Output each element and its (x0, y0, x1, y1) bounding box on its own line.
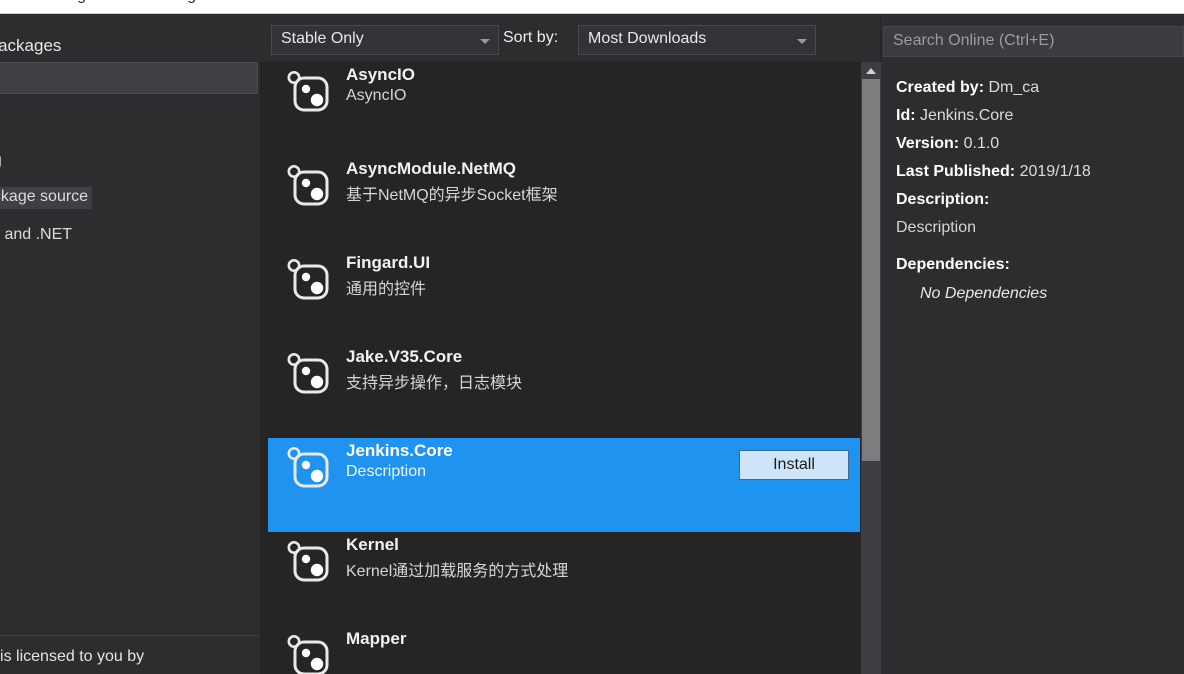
sort-by-dropdown[interactable]: Most Downloads (578, 25, 816, 55)
sort-by-label: Sort by: (503, 29, 559, 46)
package-title: AsyncModule.NetMQ (346, 159, 517, 178)
description-label-row: Description: (896, 186, 1184, 214)
package-description: AsyncIO (346, 87, 407, 104)
package-title: Kernel (346, 535, 399, 554)
nuget-package-icon (283, 256, 333, 304)
last-published-value: 2019/1/18 (1019, 163, 1091, 180)
prerelease-filter-value: Stable Only (281, 30, 364, 47)
version-row: Version: 0.1.0 (896, 130, 1184, 158)
description-value: Description (896, 219, 977, 236)
online-search-placeholder: Search Online (Ctrl+E) (893, 32, 1055, 49)
nuget-package-icon (283, 68, 333, 116)
package-description: Kernel通过加载服务的方式处理 (346, 563, 569, 580)
id-value: Jenkins.Core (920, 107, 1014, 124)
package-source-tree: get.org e Package source crosoft and .NE… (0, 142, 260, 328)
package-title: Jake.V35.Core (346, 347, 463, 366)
package-list-item[interactable]: Jenkins.Core Description Install (268, 438, 860, 532)
created-by-value: Dm_ca (988, 79, 1040, 96)
dependencies-label: Dependencies: (896, 256, 1010, 273)
package-title: Jenkins.Core (346, 441, 453, 460)
package-title: Fingard.UI (346, 253, 431, 272)
nuget-package-icon (283, 538, 333, 586)
package-metadata: Created by: Dm_ca Id: Jenkins.Core Versi… (896, 74, 1184, 309)
details-spacer (896, 242, 1184, 251)
sort-by-value: Most Downloads (588, 30, 707, 47)
chevron-down-icon (480, 39, 490, 44)
nuget-package-manager-window: Manage NuGet Packages alled packages ine… (0, 0, 1184, 674)
package-list-item[interactable]: Fingard.UI 通用的控件 (268, 250, 860, 344)
package-title: Mapper (346, 629, 407, 648)
tree-item-label: e Package source (0, 187, 93, 209)
left-panel-divider (0, 635, 260, 636)
id-label: Id: (896, 107, 916, 124)
window-chrome-sliver: Manage NuGet Packages (0, 0, 1184, 13)
package-list-item[interactable]: AsyncModule.NetMQ 基于NetMQ的异步Socket框架 (268, 156, 860, 250)
chevron-up-icon (866, 68, 876, 74)
id-row: Id: Jenkins.Core (896, 102, 1184, 130)
version-value: 0.1.0 (963, 135, 1000, 152)
nuget-package-icon (283, 444, 333, 492)
package-details-panel: Search Online (Ctrl+E) Created by: Dm_ca… (881, 14, 1184, 674)
prerelease-filter-dropdown[interactable]: Stable Only (271, 25, 499, 55)
last-published-row: Last Published: 2019/1/18 (896, 158, 1184, 186)
tree-item-nuget-org[interactable]: get.org (0, 142, 260, 179)
description-label: Description: (896, 191, 990, 208)
package-title: AsyncIO (346, 65, 415, 84)
left-sidebar: alled packages ine get.org e Package sou… (0, 14, 260, 674)
installed-search-input[interactable]: ine (0, 62, 258, 94)
package-description: 基于NetMQ的异步Socket框架 (346, 187, 558, 204)
package-list-item[interactable]: Jake.V35.Core 支持异步操作，日志模块 (268, 344, 860, 438)
chrome-ghost-text: Manage NuGet Packages (40, 0, 212, 4)
tree-item-package-source[interactable]: e Package source (0, 179, 260, 216)
package-list-item[interactable]: Mapper (268, 626, 860, 674)
scrollbar-thumb[interactable] (862, 79, 880, 461)
nuget-package-icon (283, 632, 333, 674)
list-toolbar: Stable Only Sort by: Most Downloads (260, 14, 880, 62)
package-list-scrollbar[interactable] (861, 62, 881, 674)
tree-item-microsoft-dotnet[interactable]: crosoft and .NET (0, 216, 260, 253)
created-by-label: Created by: (896, 79, 985, 96)
dependencies-label-row: Dependencies: (896, 251, 1184, 279)
tree-item-updates[interactable]: lates (0, 291, 260, 328)
package-description: 通用的控件 (346, 281, 427, 298)
license-note: ackage is licensed to you by (0, 648, 145, 665)
online-search-input[interactable]: Search Online (Ctrl+E) (883, 26, 1184, 57)
install-button[interactable]: Install (739, 450, 849, 480)
installed-packages-heading: alled packages (0, 36, 62, 55)
package-list-item[interactable]: AsyncIO AsyncIO (268, 62, 860, 156)
last-published-label: Last Published: (896, 163, 1016, 180)
nuget-package-icon (283, 350, 333, 398)
scroll-up-button[interactable] (861, 62, 881, 79)
nuget-package-icon (283, 162, 333, 210)
package-list[interactable]: AsyncIO AsyncIO AsyncModule.NetMQ 基于NetMQ的异… (268, 62, 880, 674)
tree-item-label: get.org (0, 142, 2, 179)
dependencies-value: No Dependencies (920, 285, 1048, 302)
version-label: Version: (896, 135, 960, 152)
package-list-item[interactable]: Kernel Kernel通过加载服务的方式处理 (268, 532, 860, 626)
tree-item-label: crosoft and .NET (0, 226, 73, 243)
created-by-row: Created by: Dm_ca (896, 74, 1184, 102)
package-description: Description (346, 463, 427, 480)
package-description: 支持异步操作，日志模块 (346, 375, 523, 392)
chevron-down-icon (797, 39, 807, 44)
